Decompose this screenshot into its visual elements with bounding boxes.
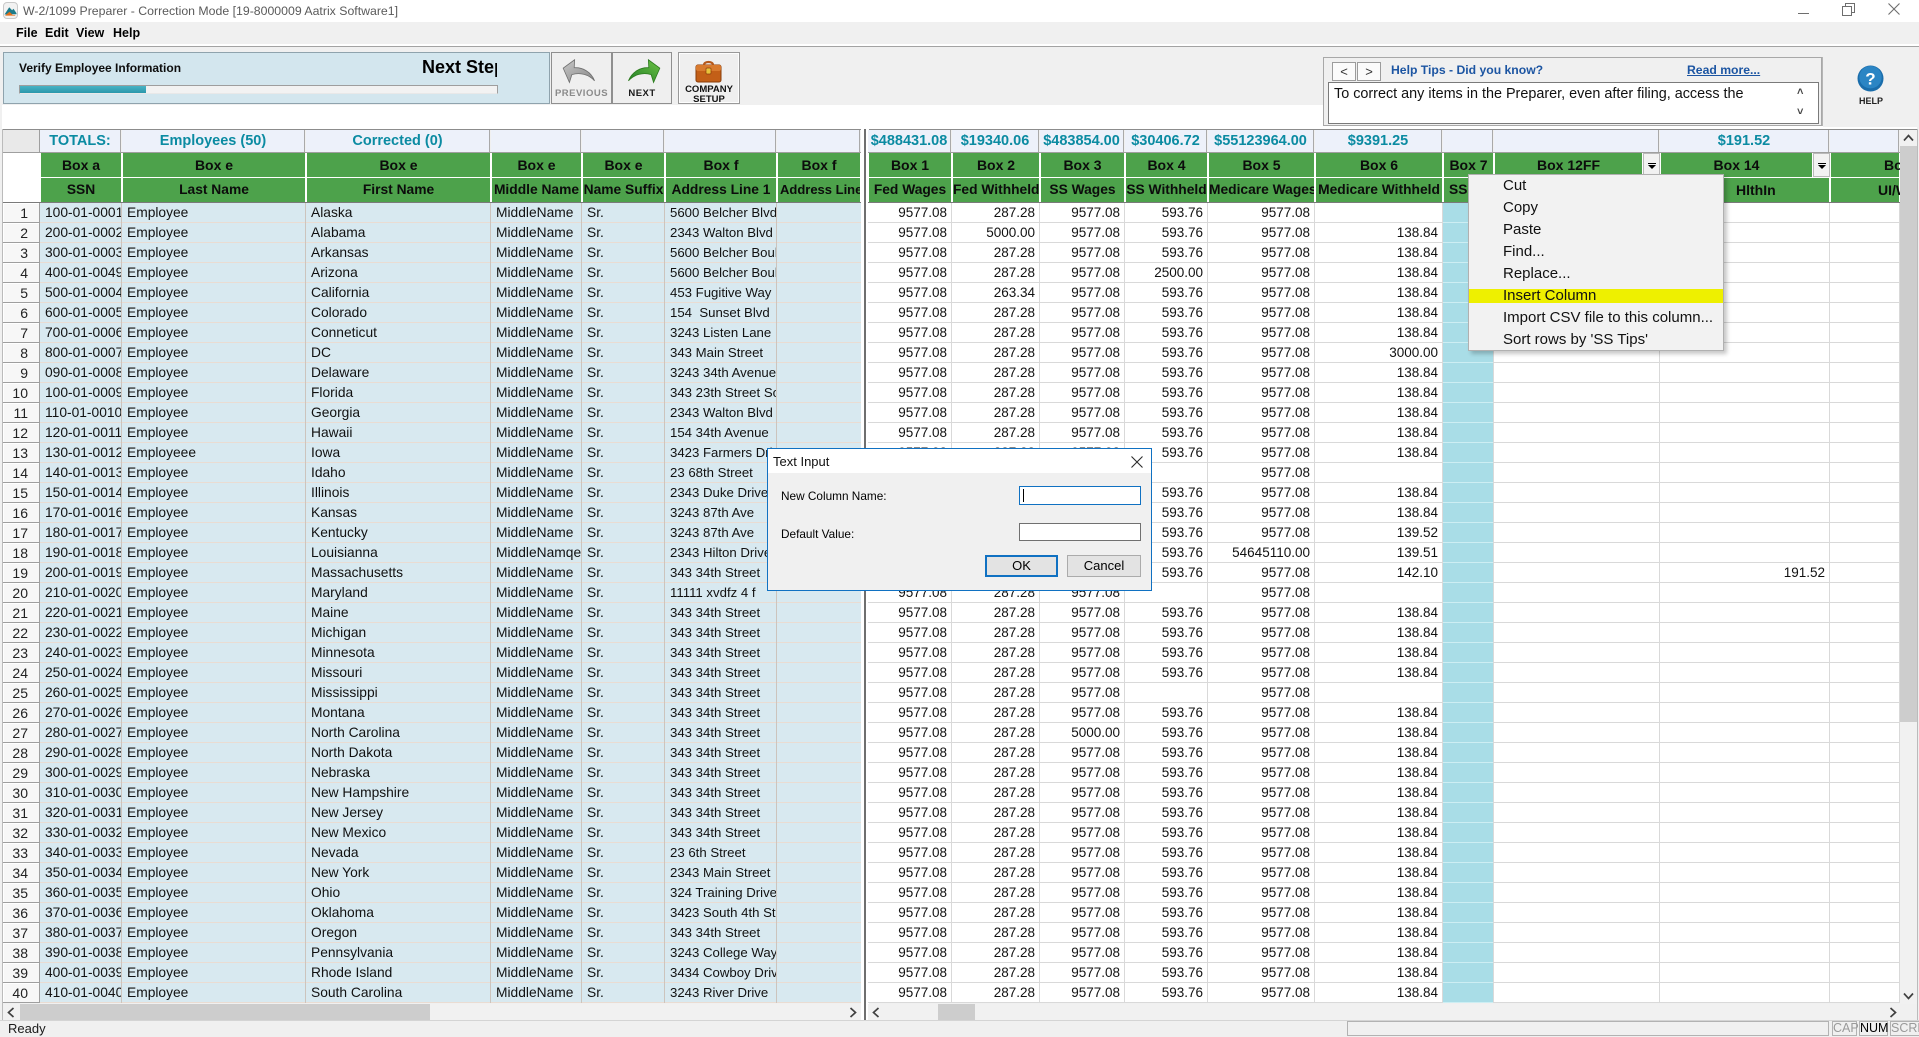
svg-text:?: ? bbox=[1865, 70, 1875, 89]
